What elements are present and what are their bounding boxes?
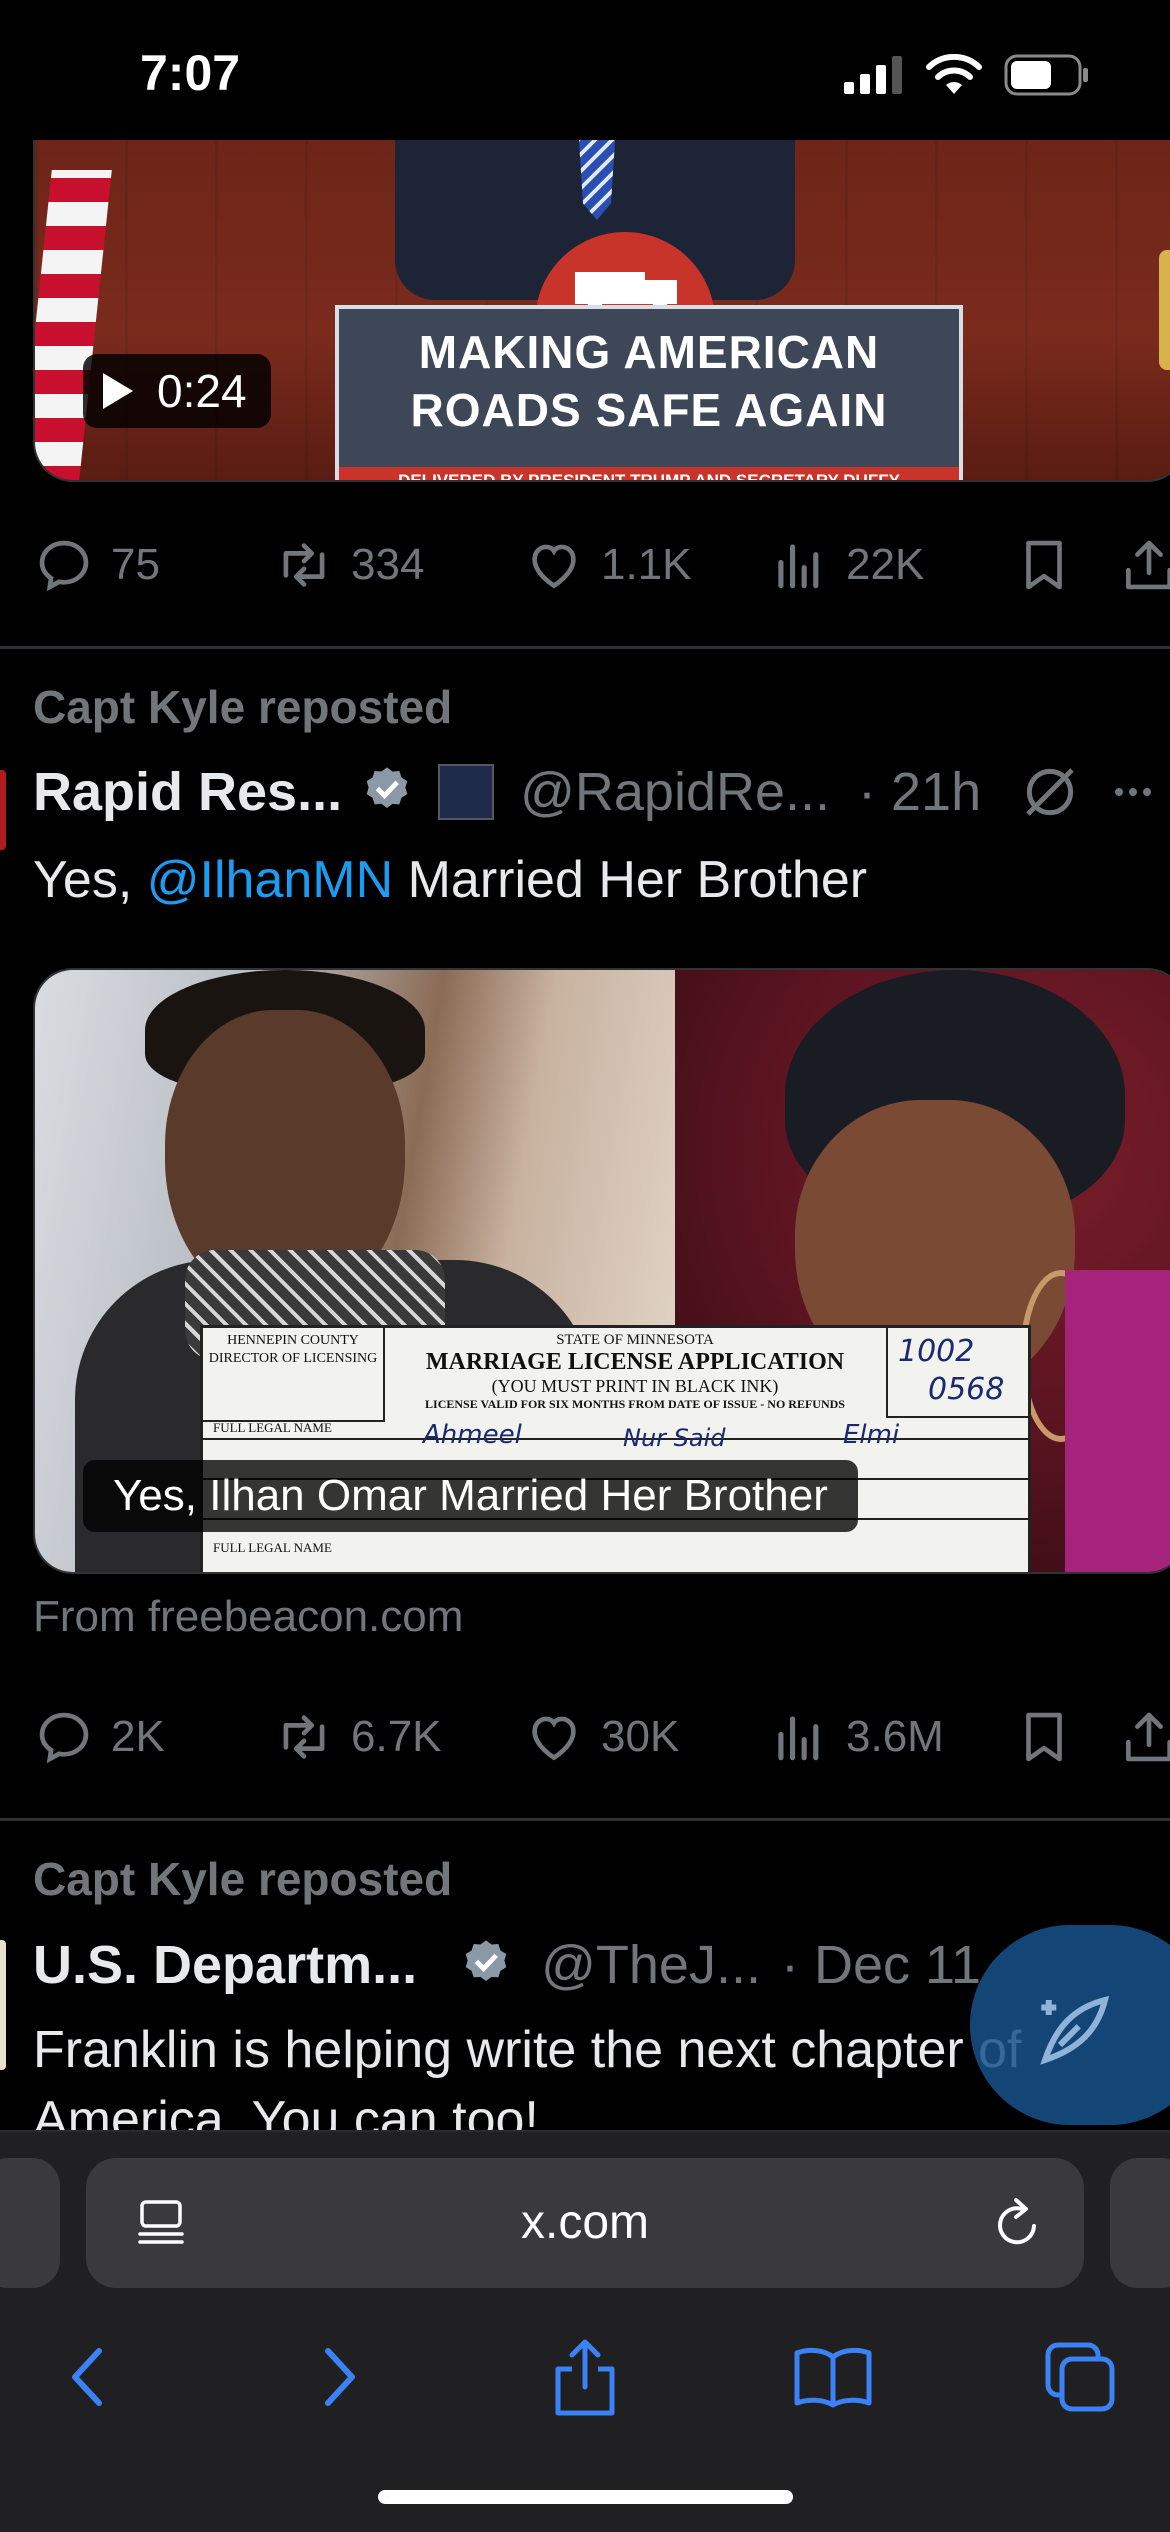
like-count: 1.1K [601, 540, 692, 589]
repost-button[interactable]: 334 [273, 530, 424, 600]
views-icon [778, 1716, 819, 1761]
back-button[interactable] [32, 2322, 142, 2432]
forward-chevron-icon [325, 2348, 355, 2406]
open-book-icon [794, 2347, 872, 2408]
tweet-time[interactable]: · 21h [858, 761, 981, 823]
verified-badge-icon [465, 1940, 507, 1981]
views-icon [778, 544, 819, 589]
tweet-text-line1: Franklin is helping write the next chapt… [33, 2021, 1022, 2079]
repost-count: 334 [351, 540, 425, 589]
link-card-image[interactable]: HENNEPIN COUNTY DIRECTOR OF LICENSING ST… [33, 968, 1170, 1574]
affiliate-badge-icon [438, 764, 495, 820]
like-count: 30K [601, 1712, 680, 1761]
video-player[interactable]: MAKING AMERICAN ROADS SAFE AGAIN DELIVER… [33, 110, 1170, 482]
tweet2-action-bar: 2K 6.7K 30K 3.6M [33, 1702, 1170, 1772]
tabs-overview-icon [1045, 2342, 1115, 2412]
author-name[interactable]: Rapid Res... [33, 761, 342, 823]
share-sheet-button[interactable] [530, 2322, 640, 2432]
tweet-time[interactable]: · Dec 11 [781, 1934, 981, 1996]
repost-button[interactable]: 6.7K [273, 1702, 442, 1772]
more-icon[interactable] [1113, 782, 1153, 802]
reply-icon [39, 1712, 89, 1764]
repost-count: 6.7K [351, 1712, 442, 1761]
mention-link[interactable]: @IlhanMN [147, 851, 393, 909]
bookmarks-button[interactable] [778, 2322, 888, 2432]
reply-button[interactable]: 75 [33, 530, 160, 600]
reply-count: 75 [111, 540, 160, 589]
tweet2-header: Rapid Res... @RapidRe... · 21h [33, 757, 1170, 827]
repost-indicator: Capt Kyle reposted [33, 681, 453, 733]
share-button[interactable] [1118, 530, 1170, 600]
image-caption: Yes, Ilhan Omar Married Her Brother [83, 1460, 858, 1532]
tweet-divider [0, 1818, 1170, 1821]
bookmark-button[interactable] [1013, 1702, 1075, 1772]
grok-icon[interactable] [1017, 759, 1083, 825]
battery-icon [1004, 54, 1088, 96]
share-icon [1126, 1712, 1170, 1762]
reload-icon[interactable] [992, 2196, 1044, 2252]
tabs-button[interactable] [1025, 2322, 1135, 2432]
reply-button[interactable]: 2K [33, 1702, 165, 1772]
compose-button[interactable] [970, 1925, 1170, 2125]
reply-icon [39, 540, 89, 592]
views-count: 3.6M [846, 1712, 944, 1761]
share-icon [1126, 540, 1170, 590]
screen: MAKING AMERICAN ROADS SAFE AGAIN DELIVER… [0, 0, 1170, 2532]
views-button[interactable]: 3.6M [768, 1702, 944, 1772]
share-box-icon [555, 2339, 615, 2416]
video-duration: 0:24 [157, 365, 247, 417]
tweet-text-line2: America. You can too! [33, 2091, 539, 2130]
status-bar: 7:07 [0, 0, 1170, 140]
browser-toolbar: x.com [0, 2130, 1170, 2532]
avatar[interactable] [0, 1940, 6, 2070]
repost-indicator: Capt Kyle reposted [33, 1853, 453, 1905]
repost-icon [283, 1715, 325, 1759]
reply-count: 2K [111, 1712, 165, 1761]
address-bar[interactable]: x.com [86, 2158, 1084, 2288]
tweet1-action-bar: 75 334 1.1K 22K [33, 530, 1170, 600]
heart-icon [532, 1716, 576, 1761]
like-button[interactable]: 30K [523, 1702, 679, 1772]
forward-button[interactable] [285, 2322, 395, 2432]
avatar[interactable] [0, 770, 6, 850]
wifi-icon [926, 54, 982, 94]
lectern-title-line1: MAKING AMERICAN [418, 326, 880, 378]
link-source[interactable]: From freebeacon.com [33, 1592, 463, 1642]
lectern-sign: MAKING AMERICAN ROADS SAFE AGAIN DELIVER… [335, 305, 963, 480]
back-chevron-icon [72, 2348, 102, 2406]
bookmark-button[interactable] [1013, 530, 1075, 600]
views-button[interactable]: 22K [768, 530, 924, 600]
previous-tab-peek[interactable] [0, 2158, 60, 2288]
author-handle[interactable]: @TheJ... [541, 1934, 761, 1996]
repost-icon [283, 543, 325, 587]
author-handle[interactable]: @RapidRe... [520, 761, 830, 823]
home-indicator[interactable] [378, 2490, 793, 2504]
status-time: 7:07 [140, 45, 241, 101]
like-button[interactable]: 1.1K [523, 530, 692, 600]
cellular-signal-icon [844, 56, 902, 94]
compose-feather-icon [1040, 1995, 1110, 2065]
author-name[interactable]: U.S. Departm... [33, 1934, 417, 1996]
bookmark-icon [1026, 540, 1062, 590]
tweet-divider [0, 646, 1170, 649]
safari-toolbar [0, 2322, 1170, 2432]
video-duration-badge[interactable]: 0:24 [83, 354, 271, 428]
share-button[interactable] [1118, 1702, 1170, 1772]
lectern-title-line2: ROADS SAFE AGAIN [410, 384, 888, 436]
bookmark-icon [1026, 1712, 1062, 1762]
marriage-license-document: HENNEPIN COUNTY DIRECTOR OF LICENSING ST… [200, 1325, 1031, 1572]
timeline-feed[interactable]: MAKING AMERICAN ROADS SAFE AGAIN DELIVER… [0, 0, 1170, 2130]
tweet-text: Yes, @IlhanMN Married Her Brother [33, 851, 868, 909]
play-icon [103, 373, 133, 409]
url-text[interactable]: x.com [86, 2158, 1084, 2288]
verified-badge-icon [366, 767, 408, 808]
heart-icon [532, 544, 576, 589]
lectern-subtitle: DELIVERED BY PRESIDENT TRUMP AND SECRETA… [339, 467, 959, 480]
next-tab-peek[interactable] [1110, 2158, 1170, 2288]
views-count: 22K [846, 540, 925, 589]
